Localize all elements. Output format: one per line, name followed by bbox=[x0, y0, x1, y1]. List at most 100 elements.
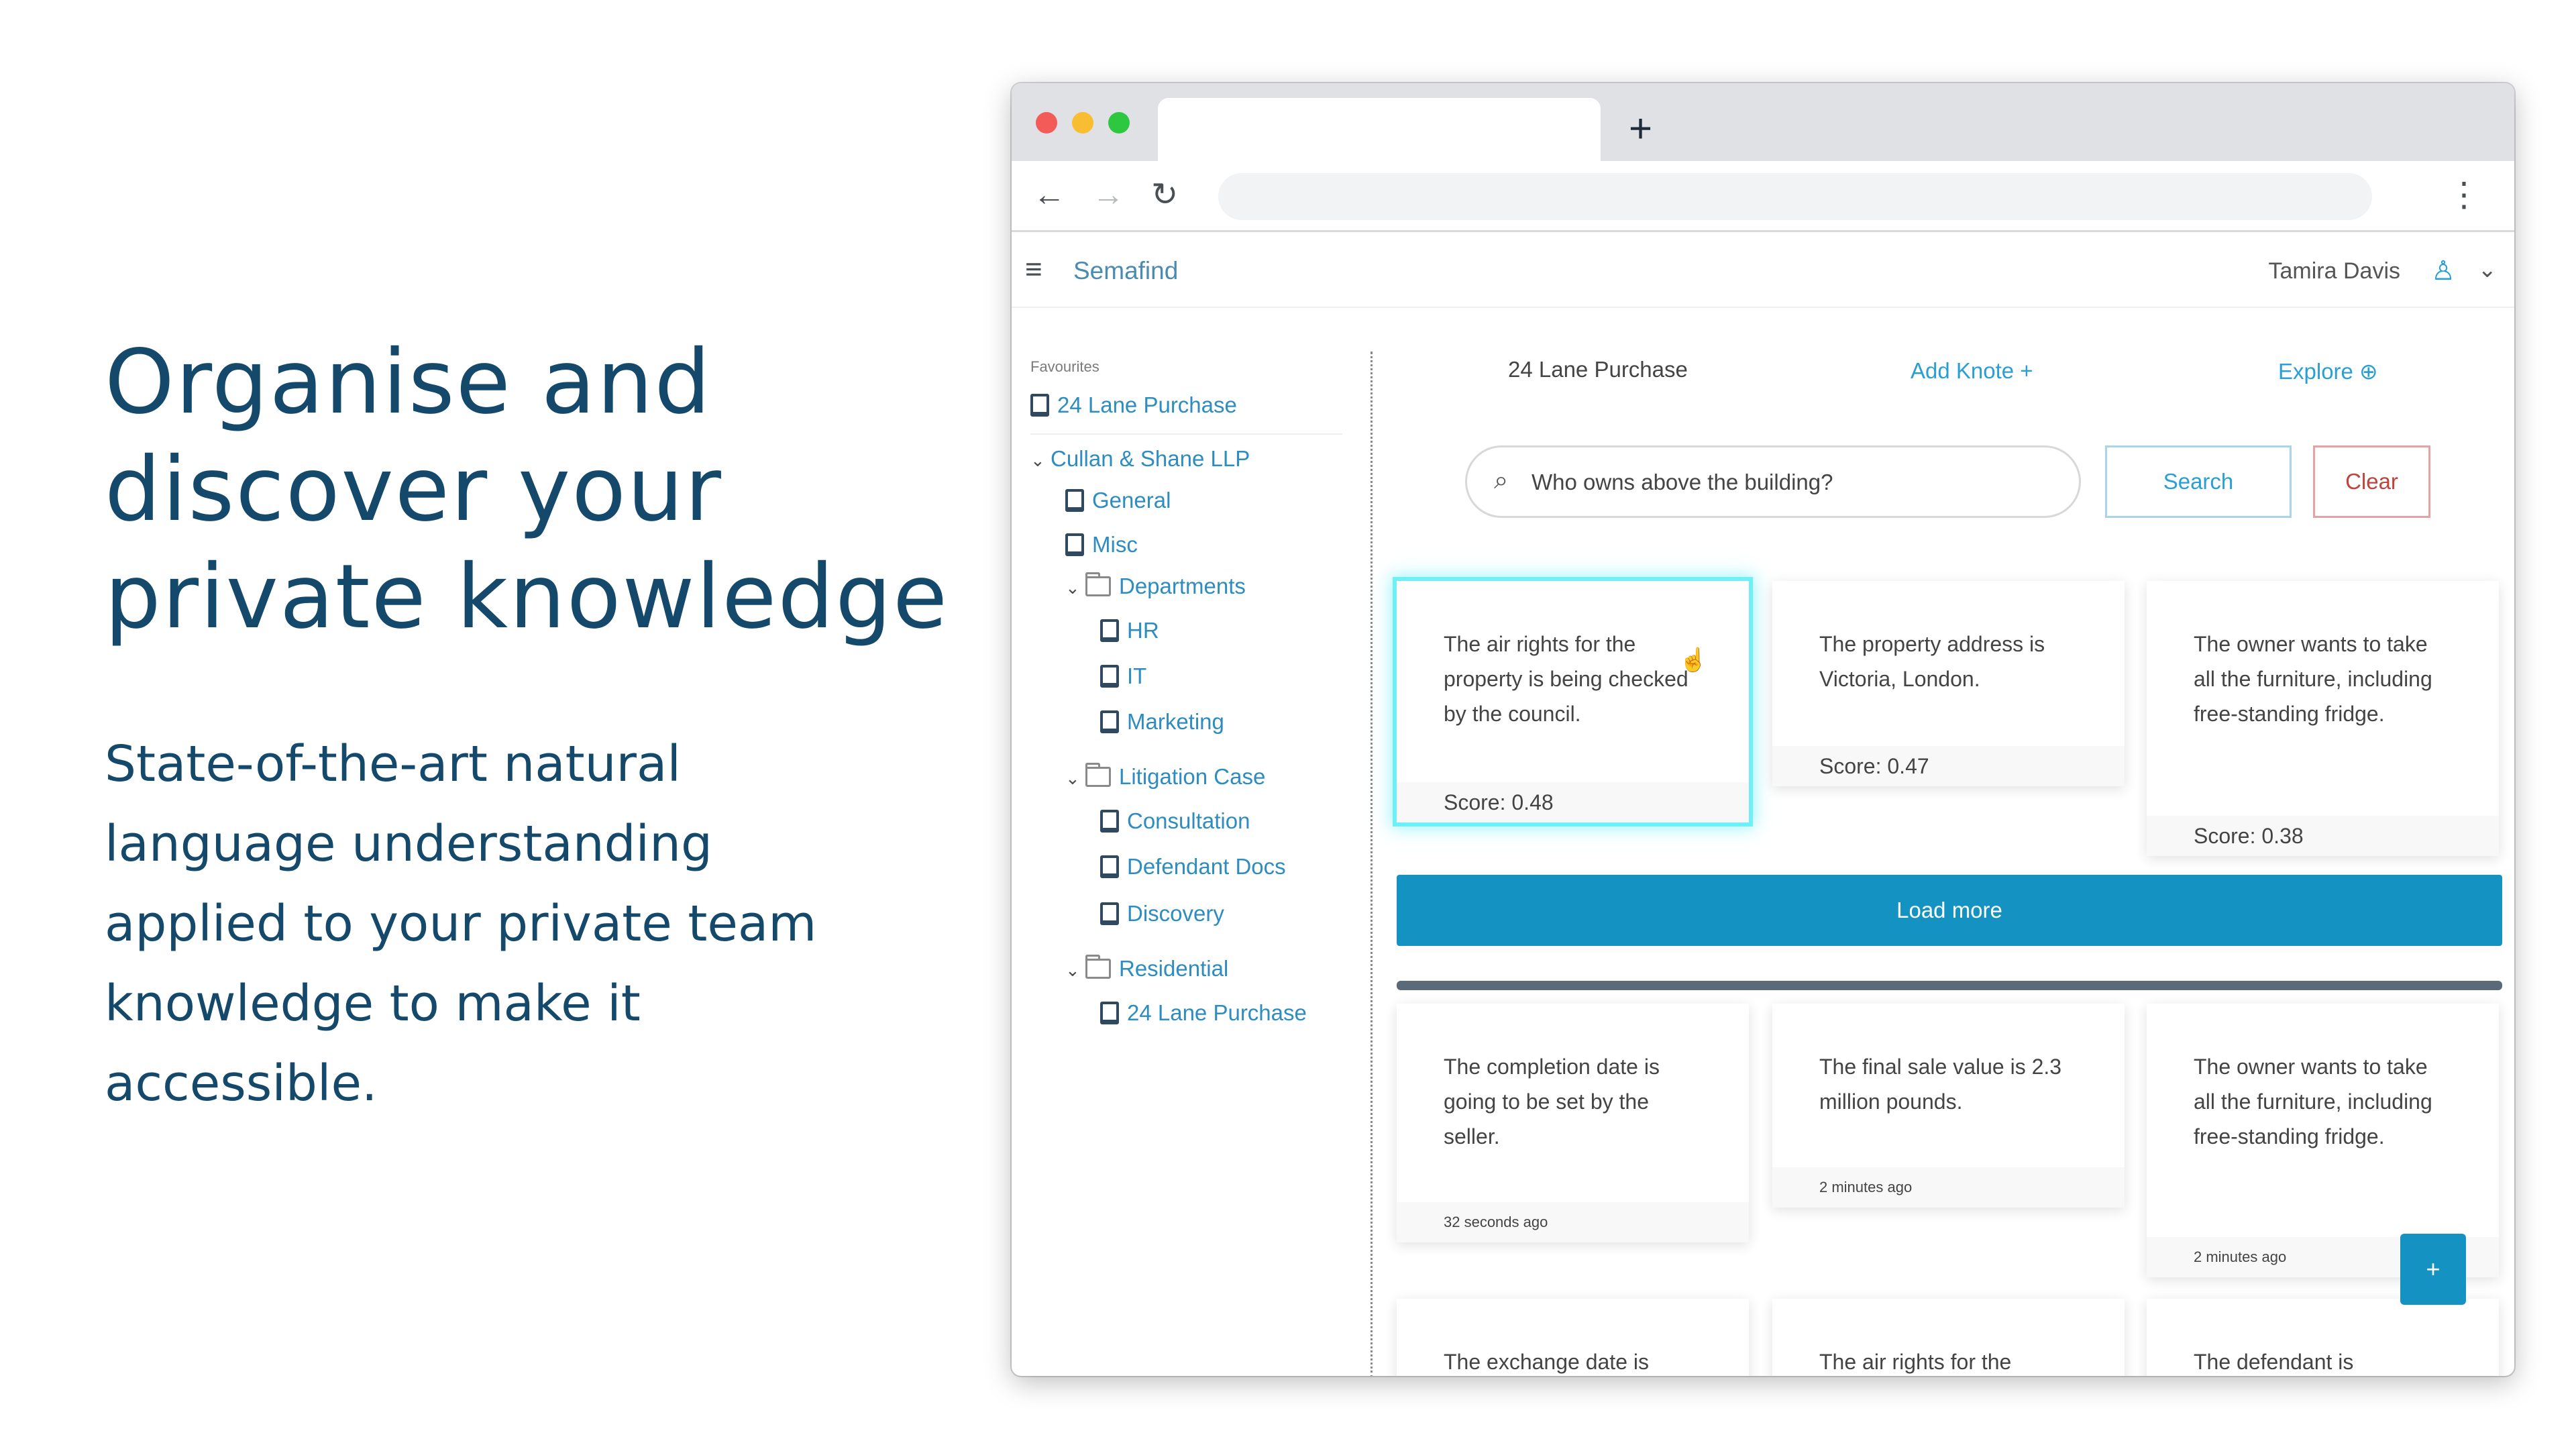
folder-icon bbox=[1085, 763, 1111, 787]
tree-item-notebook[interactable]: Discovery bbox=[1100, 899, 1224, 928]
search-button[interactable]: Search bbox=[2105, 445, 2292, 518]
chevron-down-icon[interactable]: ⌄ bbox=[1065, 573, 1085, 602]
tree-item-label: Discovery bbox=[1127, 901, 1224, 926]
chevron-down-icon[interactable]: ⌄ bbox=[1030, 445, 1051, 475]
knote-card[interactable]: The final sale value is 2.3 million poun… bbox=[1772, 1004, 2125, 1208]
chevron-down-icon[interactable]: ⌄ bbox=[2478, 253, 2498, 286]
minimize-window-button[interactable] bbox=[1072, 112, 1093, 134]
tree-item-label: 24 Lane Purchase bbox=[1057, 392, 1237, 417]
folder-icon bbox=[1085, 955, 1111, 979]
notebook-icon bbox=[1065, 489, 1084, 512]
card-text: The property address is Victoria, London… bbox=[1819, 632, 2045, 691]
tree-item-folder[interactable]: ⌄ Residential bbox=[1065, 954, 1228, 985]
sidebar-divider[interactable] bbox=[1371, 352, 1373, 1376]
user-name[interactable]: Tamira Davis bbox=[2269, 254, 2400, 288]
card-text: The owner wants to take all the furnitur… bbox=[2194, 632, 2432, 726]
search-input[interactable] bbox=[1532, 464, 2055, 501]
card-score: Score: 0.38 bbox=[2147, 816, 2499, 856]
tree-item-label: Litigation Case bbox=[1119, 764, 1266, 789]
app-brand[interactable]: Semafind bbox=[1073, 254, 1178, 288]
tree-item-label: 24 Lane Purchase bbox=[1127, 1000, 1307, 1025]
tree-item-notebook[interactable]: Marketing bbox=[1100, 707, 1224, 737]
tree-item-label: IT bbox=[1127, 663, 1147, 688]
card-timestamp: 32 seconds ago bbox=[1397, 1202, 1749, 1242]
tree-item-notebook[interactable]: Defendant Docs bbox=[1100, 852, 1286, 882]
card-text: The completion date is going to be set b… bbox=[1444, 1055, 1660, 1149]
notebook-icon bbox=[1100, 1002, 1119, 1024]
forward-arrow-icon[interactable]: → bbox=[1092, 178, 1124, 212]
notebook-icon bbox=[1100, 855, 1119, 878]
knote-card[interactable]: The completion date is going to be set b… bbox=[1397, 1004, 1749, 1242]
tree-item-notebook[interactable]: Misc bbox=[1065, 530, 1138, 559]
add-fab-button[interactable]: + bbox=[2400, 1234, 2466, 1305]
tree-item-org[interactable]: ⌄ Cullan & Shane LLP bbox=[1030, 444, 1250, 475]
tree-item-label: Cullan & Shane LLP bbox=[1051, 446, 1250, 471]
result-card[interactable]: The air rights for the property is being… bbox=[1397, 581, 1749, 822]
maximize-window-button[interactable] bbox=[1108, 112, 1130, 134]
knote-card[interactable]: The air rights for the bbox=[1772, 1299, 2125, 1376]
load-more-button[interactable]: Load more bbox=[1397, 875, 2502, 946]
breadcrumb: 24 Lane Purchase bbox=[1508, 357, 1688, 382]
app-header: ≡ Semafind Tamira Davis ♙ ⌄ bbox=[1012, 234, 2514, 308]
tree-item-label: General bbox=[1092, 488, 1171, 513]
notebook-icon bbox=[1100, 665, 1119, 688]
new-tab-button[interactable]: + bbox=[1629, 109, 1652, 149]
result-card[interactable]: The owner wants to take all the furnitur… bbox=[2147, 581, 2499, 856]
favourites-label: Favourites bbox=[1030, 358, 1099, 375]
result-card[interactable]: The property address is Victoria, London… bbox=[1772, 581, 2125, 786]
tree-item-notebook[interactable]: HR bbox=[1100, 616, 1159, 645]
tree-item-notebook[interactable]: General bbox=[1065, 486, 1171, 515]
tree-item-label: Marketing bbox=[1127, 709, 1224, 734]
tree-item-notebook[interactable]: 24 Lane Purchase bbox=[1100, 998, 1307, 1028]
hero: Organise and discover your private knowl… bbox=[105, 329, 963, 1124]
notebook-icon bbox=[1100, 619, 1119, 642]
add-knote-button[interactable]: Add Knote + bbox=[1911, 358, 2033, 384]
card-score: Score: 0.47 bbox=[1772, 746, 2125, 786]
card-text: The defendant is bbox=[2194, 1350, 2354, 1374]
tree-item-label: Misc bbox=[1092, 532, 1138, 557]
favourite-item[interactable]: 24 Lane Purchase bbox=[1030, 390, 1237, 420]
tree-item-folder[interactable]: ⌄ Departments bbox=[1065, 572, 1246, 602]
clear-button[interactable]: Clear bbox=[2313, 445, 2430, 518]
card-text: The air rights for the bbox=[1819, 1350, 2012, 1374]
address-bar[interactable] bbox=[1218, 173, 2372, 220]
notebook-icon bbox=[1030, 394, 1049, 417]
reload-icon[interactable]: ↻ bbox=[1151, 178, 1178, 212]
card-text: The owner wants to take all the furnitur… bbox=[2194, 1055, 2432, 1149]
tree-item-label: HR bbox=[1127, 618, 1159, 643]
knote-card[interactable]: The exchange date is bbox=[1397, 1299, 1749, 1376]
tree-item-notebook[interactable]: IT bbox=[1100, 661, 1146, 691]
browser-menu-icon[interactable]: ⋮ bbox=[2447, 174, 2481, 215]
knote-card[interactable]: The defendant is bbox=[2147, 1299, 2499, 1376]
tree-item-notebook[interactable]: Consultation bbox=[1100, 806, 1250, 836]
hand-cursor-icon: ☝ bbox=[1679, 647, 1708, 673]
close-window-button[interactable] bbox=[1036, 112, 1057, 134]
tree-item-label: Departments bbox=[1119, 574, 1246, 598]
browser-window: + ← → ↻ ⋮ ≡ Semafind Tamira Davis ♙ ⌄ Fa… bbox=[1012, 83, 2514, 1376]
chevron-down-icon[interactable]: ⌄ bbox=[1065, 763, 1085, 793]
chevron-down-icon[interactable]: ⌄ bbox=[1065, 955, 1085, 985]
search-icon: ⌕ bbox=[1494, 466, 1509, 494]
notebook-icon bbox=[1100, 810, 1119, 833]
divider bbox=[1030, 433, 1342, 435]
explore-button[interactable]: Explore ⊕ bbox=[2278, 358, 2378, 384]
tree-item-label: Defendant Docs bbox=[1127, 854, 1286, 879]
card-score: Score: 0.48 bbox=[1397, 782, 1749, 822]
hamburger-menu-icon[interactable]: ≡ bbox=[1025, 253, 1042, 286]
user-icon[interactable]: ♙ bbox=[2431, 254, 2455, 288]
folder-icon bbox=[1085, 572, 1111, 596]
card-timestamp: 2 minutes ago bbox=[1772, 1167, 2125, 1208]
card-text: The final sale value is 2.3 million poun… bbox=[1819, 1055, 2062, 1114]
browser-tab[interactable] bbox=[1158, 98, 1601, 165]
section-divider bbox=[1397, 981, 2502, 990]
tree-item-folder[interactable]: ⌄ Litigation Case bbox=[1065, 762, 1265, 793]
hero-subtitle: State-of-the-art natural language unders… bbox=[105, 735, 817, 1112]
hero-title: Organise and discover your private knowl… bbox=[105, 331, 949, 649]
search-field[interactable]: ⌕ bbox=[1465, 445, 2081, 518]
tree-item-label: Residential bbox=[1119, 956, 1229, 981]
back-arrow-icon[interactable]: ← bbox=[1033, 178, 1065, 212]
notebook-icon bbox=[1065, 533, 1084, 556]
tab-bar: + bbox=[1012, 83, 2514, 165]
browser-toolbar: ← → ↻ ⋮ bbox=[1012, 161, 2514, 232]
notebook-icon bbox=[1100, 902, 1119, 925]
